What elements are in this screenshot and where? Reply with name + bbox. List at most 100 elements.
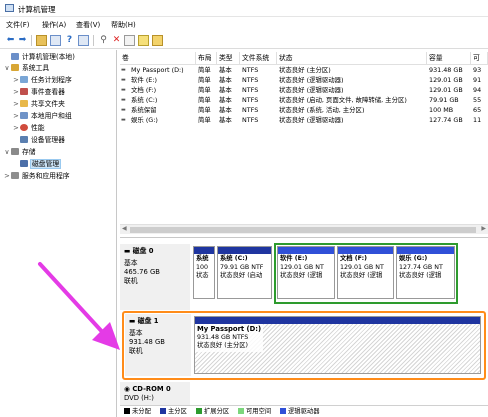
tree-item-storage[interactable]: ∨ 存储 <box>3 147 36 158</box>
disk-icon: ▬ <box>124 247 133 255</box>
column-header-type[interactable]: 类型 <box>217 52 240 64</box>
toolbar-separator <box>31 35 32 46</box>
tree-item-device-manager[interactable]: 设备管理器 <box>12 135 65 146</box>
scroll-left-icon[interactable]: ◀ <box>122 225 127 232</box>
table-row[interactable]: ▬ 系统保留 简单 基本 NTFS 状态良好 (系统, 活动, 主分区) 100 MB 65 <box>120 106 488 115</box>
menu-action[interactable]: 操作(A) <box>42 20 66 30</box>
column-header-layout[interactable]: 布局 <box>196 52 217 64</box>
tree-item-computer-management[interactable]: 计算机管理(本地) <box>3 52 75 63</box>
menu-view[interactable]: 查看(V) <box>76 20 100 30</box>
export-icon[interactable] <box>152 35 163 46</box>
tree-item-task-scheduler[interactable]: > 任务计划程序 <box>12 75 72 86</box>
help-icon[interactable]: ? <box>64 35 75 46</box>
tree-item-event-viewer[interactable]: > 事件查看器 <box>12 87 65 98</box>
table-row[interactable]: ▬ 娱乐 (G:) 简单 基本 NTFS 状态良好 (逻辑驱动器) 127.74 GB 11 <box>120 116 488 125</box>
expand-icon[interactable]: > <box>12 75 20 86</box>
tree-item-local-users[interactable]: > 本地用户和组 <box>12 111 72 122</box>
expand-icon[interactable]: ∨ <box>3 63 11 74</box>
legend-item: 扩展分区 <box>196 408 229 416</box>
tree-item-performance[interactable]: > 性能 <box>12 123 45 134</box>
menu-file[interactable]: 文件(F) <box>6 20 30 30</box>
table-cell: NTFS <box>242 86 259 94</box>
table-row[interactable]: ▬ 文档 (F:) 简单 基本 NTFS 状态良好 (逻辑驱动器) 129.01 GB 94 <box>120 86 488 95</box>
volume-name-cell: 系统 (C:) <box>131 96 158 104</box>
partition-status: 状态良好 (主分区) <box>197 342 248 349</box>
tree-item-shared-folders[interactable]: > 共享文件夹 <box>12 99 65 110</box>
table-cell: 简单 <box>198 106 211 114</box>
disk-1-label[interactable]: ▬ 磁盘 1 基本 931.48 GB 联机 <box>125 314 191 376</box>
table-cell: 931.48 GB <box>429 66 463 74</box>
volume-icon: ▬ <box>121 107 126 113</box>
menu-help[interactable]: 帮助(H) <box>111 20 136 30</box>
back-icon[interactable]: ⬅ <box>5 35 16 46</box>
folder-up-icon[interactable] <box>36 35 47 46</box>
column-header-filesystem[interactable]: 文件系统 <box>240 52 277 64</box>
partition-name: 系统 (C:) <box>220 255 248 262</box>
console-tree-icon[interactable] <box>50 35 61 46</box>
partition-size: 127.74 GB NT <box>399 263 443 271</box>
partition-name: My Passport (D:) <box>197 325 262 333</box>
partition-status: 状态良好 (逻辑 <box>280 272 323 279</box>
table-cell: 基本 <box>219 96 232 104</box>
table-row[interactable]: ▬ 系统 (C:) 简单 基本 NTFS 状态良好 (启动, 页面文件, 故障转储, 主分… <box>120 96 488 105</box>
expand-icon[interactable]: > <box>12 123 20 134</box>
title-bar: 计算机管理 <box>0 0 488 17</box>
expand-icon[interactable]: > <box>12 99 20 110</box>
menu-bar: 文件(F) 操作(A) 查看(V) 帮助(H) <box>0 17 488 32</box>
volume-name-cell: 娱乐 (G:) <box>131 116 158 124</box>
partition-size: 129.01 GB NT <box>280 263 324 271</box>
legend-swatch <box>160 408 166 414</box>
tree-item-label: 存储 <box>22 148 36 156</box>
expand-icon[interactable]: > <box>3 171 11 182</box>
column-header-volume[interactable]: 卷 <box>120 52 196 64</box>
table-cell: 129.01 GB <box>429 76 463 84</box>
partition-system-reserved[interactable]: 系统 100 状态 <box>193 246 215 299</box>
new-document-icon[interactable] <box>124 35 135 46</box>
table-row[interactable]: ▬ My Passport (D:) 简单 基本 NTFS 状态良好 (主分区) 931.4… <box>120 66 488 75</box>
properties-icon[interactable] <box>78 35 89 46</box>
device-manager-icon <box>20 136 28 143</box>
horizontal-scrollbar[interactable]: ◀ ▶ <box>120 224 488 234</box>
disk-name: CD-ROM 0 <box>132 385 171 393</box>
partition-bar <box>278 247 334 254</box>
tree-item-label: 任务计划程序 <box>31 76 72 84</box>
table-row[interactable]: ▬ 软件 (E:) 简单 基本 NTFS 状态良好 (逻辑驱动器) 129.01 GB 91 <box>120 76 488 85</box>
column-header-status[interactable]: 状态 <box>277 52 427 64</box>
table-cell: 状态良好 (系统, 活动, 主分区) <box>279 106 365 114</box>
edit-icon[interactable] <box>138 35 149 46</box>
column-header-capacity[interactable]: 容量 <box>427 52 471 64</box>
disk-0-label[interactable]: ▬ 磁盘 0 基本 465.76 GB 联机 <box>120 244 190 310</box>
volume-icon: ▬ <box>121 67 126 73</box>
tree-item-services-applications[interactable]: > 服务和应用程序 <box>3 171 70 182</box>
forward-icon[interactable]: ➡ <box>17 35 28 46</box>
delete-icon[interactable]: ✕ <box>111 35 122 46</box>
column-header-free[interactable]: 可 <box>471 52 488 64</box>
volume-icon: ▬ <box>121 87 126 93</box>
tree-item-label: 磁盘管理 <box>29 159 62 169</box>
table-cell: 简单 <box>198 66 211 74</box>
disk-name: 磁盘 1 <box>137 317 159 325</box>
partition-software-e[interactable]: 软件 (E:) 129.01 GB NT 状态良好 (逻辑 <box>277 246 335 299</box>
tree-item-label: 共享文件夹 <box>31 100 65 108</box>
tree-item-disk-management[interactable]: 磁盘管理 <box>12 159 62 170</box>
storage-icon <box>11 148 19 155</box>
table-cell: 状态良好 (逻辑驱动器) <box>279 76 344 84</box>
partition-system-c[interactable]: 系统 (C:) 79.91 GB NTF 状态良好 (启动 <box>217 246 272 299</box>
partition-documents-f[interactable]: 文档 (F:) 129.01 GB NT 状态良好 (逻辑 <box>337 246 394 299</box>
expand-icon[interactable]: > <box>12 87 20 98</box>
tree-item-system-tools[interactable]: ∨ 系统工具 <box>3 63 49 74</box>
users-icon <box>20 112 28 119</box>
scrollbar-thumb[interactable] <box>130 227 476 233</box>
partition-entertainment-g[interactable]: 娱乐 (G:) 127.74 GB NT 状态良好 (逻辑 <box>396 246 455 299</box>
cdrom-0-label[interactable]: ◉ CD-ROM 0 DVD (H:) <box>120 382 190 406</box>
partition-my-passport-d[interactable]: My Passport (D:) 931.48 GB NTFS 状态良好 (主分区) <box>194 316 481 374</box>
expand-icon[interactable]: ∨ <box>3 147 11 158</box>
event-viewer-icon <box>20 88 28 95</box>
table-cell: 简单 <box>198 96 211 104</box>
expand-icon[interactable]: > <box>12 111 20 122</box>
table-cell: 93 <box>473 66 482 74</box>
connect-icon[interactable]: ⚲ <box>98 35 109 46</box>
disk-size: 931.48 GB <box>129 338 165 346</box>
tree-item-label: 事件查看器 <box>31 88 65 96</box>
scroll-right-icon[interactable]: ▶ <box>481 225 486 232</box>
